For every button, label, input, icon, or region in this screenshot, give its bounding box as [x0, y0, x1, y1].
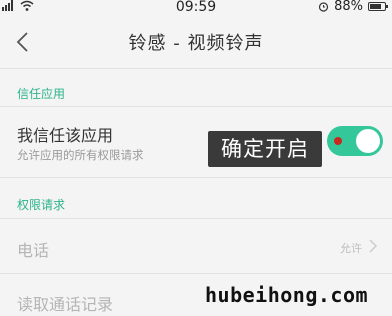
status-right-icons: 88%: [318, 0, 388, 14]
toggle-marker-dot: [334, 137, 342, 145]
title-bar: 铃感 - 视频铃声: [0, 20, 392, 64]
alarm-icon: [318, 2, 329, 12]
trust-app-title: 我信任该应用: [17, 126, 114, 145]
status-bar: 09:59 88%: [0, 0, 392, 16]
trust-app-subtitle: 允许应用的所有权限请求: [17, 148, 144, 162]
section-header-permissions: 权限请求: [17, 198, 66, 212]
row-divider: [0, 177, 392, 178]
watermark-text: hubeihong.com: [205, 283, 369, 307]
header-divider: [0, 68, 392, 69]
toggle-knob: [356, 129, 380, 153]
permission-value: 允许: [340, 242, 362, 255]
callout-label: 确定开启: [208, 131, 322, 167]
battery-icon: [368, 2, 388, 11]
app-permission-screen: 09:59 88% 铃感 - 视频铃声 信任应用 我信任该应用 允许应用的所有权…: [0, 0, 392, 316]
permission-row-phone[interactable]: 电话 允许: [0, 219, 392, 273]
battery-fill: [370, 4, 382, 9]
page-title: 铃感 - 视频铃声: [128, 33, 264, 54]
permission-title: 电话: [17, 241, 50, 260]
chevron-right-icon: [369, 239, 378, 253]
permission-title: 读取通话记录: [17, 295, 114, 314]
battery-percent: 88%: [334, 0, 363, 14]
trust-app-toggle[interactable]: [327, 126, 383, 156]
section-header-trust: 信任应用: [17, 87, 66, 101]
